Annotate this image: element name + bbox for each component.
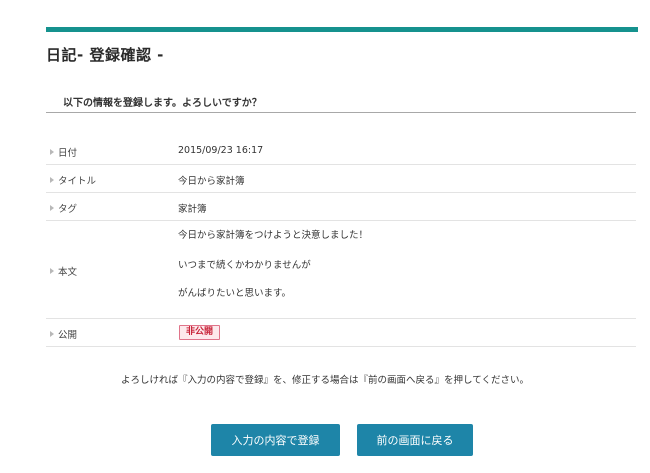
field-row-tag: タグ 家計簿 [46,193,636,221]
field-label-text: 公開 [58,330,78,341]
visibility-status-badge: 非公開 [179,325,221,340]
body-text-line: がんばりたいと思います。 [178,288,292,299]
triangle-bullet-icon [50,177,54,183]
notice-divider [46,112,636,113]
field-label-text: 本文 [58,267,78,278]
field-label-visibility: 公開 [50,327,77,341]
body-text-line: 今日から家計簿をつけようと決意しました！ [178,230,369,241]
field-label-title: タイトル [50,173,96,187]
field-value-tag: 家計簿 [178,204,207,215]
page: 日記- 登録確認 - 以下の情報を登録します。よろしいですか？ 日付 2015/… [0,0,650,473]
field-label-tag: タグ [50,201,77,215]
field-label-text: 日付 [58,148,78,159]
triangle-bullet-icon [50,268,54,274]
field-row-body: 本文 今日から家計簿をつけようと決意しました！ いつまで続くかわかりませんが が… [46,221,636,319]
field-value-title: 今日から家計簿 [178,176,245,187]
triangle-bullet-icon [50,331,54,337]
page-title: 日記- 登録確認 - [46,46,164,64]
field-row-title: タイトル 今日から家計簿 [46,165,636,193]
field-label-text: タイトル [58,176,97,187]
header-accent-bar [46,27,638,32]
field-value-date: 2015/09/23 16:17 [178,145,264,156]
confirm-notice: 以下の情報を登録します。よろしいですか？ [63,98,262,109]
field-label-date: 日付 [50,145,77,159]
triangle-bullet-icon [50,149,54,155]
submit-button[interactable]: 入力の内容で登録 [211,424,340,456]
back-button[interactable]: 前の画面に戻る [357,424,473,456]
instruction-text: よろしければ『入力の内容で登録』を、修正する場合は『前の画面へ戻る』を押してくだ… [121,375,529,386]
field-label-body: 本文 [50,264,77,278]
field-label-text: タグ [58,204,78,215]
field-row-date: 日付 2015/09/23 16:17 [46,137,636,165]
body-text-line: いつまで続くかわかりませんが [178,260,311,271]
field-row-visibility: 公開 非公開 [46,319,636,347]
triangle-bullet-icon [50,205,54,211]
